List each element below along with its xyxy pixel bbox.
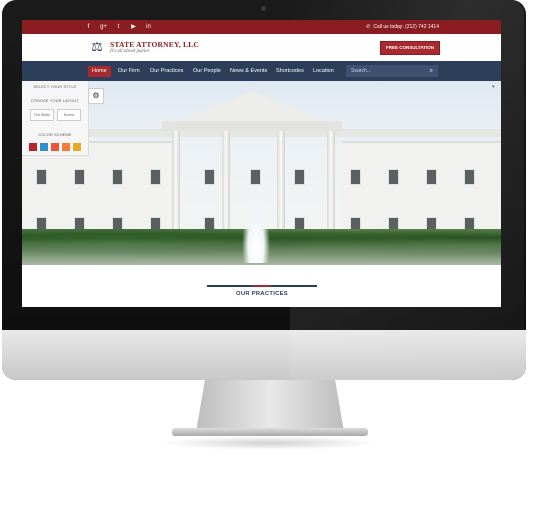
search-placeholder: Search... [351,68,372,74]
search-input[interactable]: Search... ⌕ [346,65,438,77]
nav-item-location[interactable]: Location [309,66,338,77]
hero-window [464,169,475,185]
hero-window [426,169,437,185]
hero-window [112,169,123,185]
nav-item-shortcodes[interactable]: Shortcodes [272,66,308,77]
hero-column [277,131,285,239]
dropdown-arrow-icon[interactable]: ▾ [492,84,495,90]
hero-window [388,169,399,185]
site-header: ⚖ STATE ATTORNEY, LLC It's all about jus… [22,34,501,60]
nav-item-our-firm[interactable]: Our Firm [114,66,144,77]
color-swatch-orange[interactable] [62,143,70,151]
layout-boxed-button[interactable]: Boxed [57,109,81,121]
nav-item-our-practices[interactable]: Our Practices [146,66,187,77]
hero-window [36,169,47,185]
monitor-shadow [160,436,380,450]
phone-icon: ✆ [366,24,371,30]
color-swatch-blue[interactable] [40,143,48,151]
call-text: Call us today: (212) 742 1414 [373,24,439,30]
color-scheme-label: COLOR SCHEME [38,133,72,137]
logo-title[interactable]: STATE ATTORNEY, LLC [110,40,199,49]
hero-window [294,169,305,185]
hero-window [250,169,261,185]
nav-item-news-events[interactable]: News & Events [226,66,271,77]
nav-item-our-people[interactable]: Our People [189,66,225,77]
style-switcher-panel: SELECT YOUR STYLE CHOOSE YOUR LAYOUT Ful… [22,81,89,156]
linkedin-icon[interactable]: in [144,23,153,31]
hero-column [172,131,180,239]
googleplus-icon[interactable]: g+ [99,23,108,31]
color-swatch-yellow[interactable] [73,143,81,151]
free-consultation-button[interactable]: FREE CONSULTATION [380,41,440,55]
hero-window [350,169,361,185]
color-swatch-orange-red[interactable] [51,143,59,151]
hero-window [204,169,215,185]
logo-tagline: It's all about justice [110,49,150,54]
main-nav: Home Our Firm Our Practices Our People N… [22,61,501,81]
color-swatch-red[interactable] [29,143,37,151]
monitor-stand [196,380,344,432]
nav-item-home[interactable]: Home [88,66,111,77]
hero-window [74,169,85,185]
scales-icon[interactable]: ⚖ [88,40,106,54]
camera-dot [261,6,266,11]
hero-right-wing [342,141,501,243]
hero-window [150,169,161,185]
select-style-label: SELECT YOUR STYLE [33,85,77,89]
monitor-chin [2,330,526,380]
social-icons: f g+ t ▶ in [84,23,153,31]
hero-column [222,131,230,239]
youtube-icon[interactable]: ▶ [129,23,138,31]
search-icon[interactable]: ⌕ [430,65,433,77]
website-screen: f g+ t ▶ in ✆ Call us today: (212) 742 14… [22,20,501,307]
hero-image [22,81,501,265]
facebook-icon[interactable]: f [84,23,93,31]
hero-portico [162,121,342,131]
gear-icon[interactable]: ⚙ [88,88,104,104]
section-divider-accent [253,285,271,287]
hero-fade [22,239,501,265]
monitor-base [172,428,368,436]
hero-column [327,131,335,239]
call-info: ✆ Call us today: (212) 742 1414 [366,23,439,31]
choose-layout-label: CHOOSE YOUR LAYOUT [31,99,79,103]
hero-pediment [172,91,332,123]
layout-full-width-button[interactable]: Full Width [30,109,54,121]
our-practices-heading: OUR PRACTICES [236,291,288,297]
top-bar: f g+ t ▶ in ✆ Call us today: (212) 742 14… [22,20,501,34]
twitter-icon[interactable]: t [114,23,123,31]
